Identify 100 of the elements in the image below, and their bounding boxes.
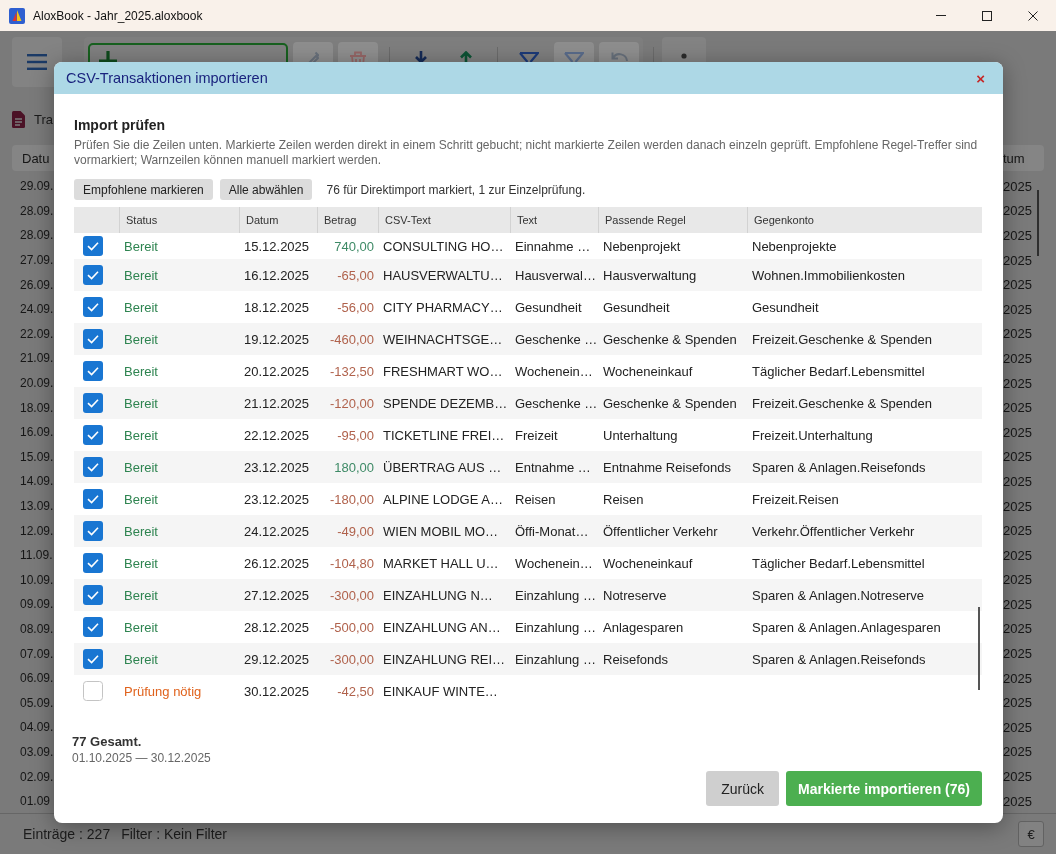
table-cell-text: 29.09. [19,178,54,196]
table-cell-text: 2025 [1003,669,1033,688]
amount-cell: -300,00 [329,587,374,603]
table-cell-text: 2025 [1003,177,1033,196]
status-text: Bereit [124,331,158,347]
window-title: AloxBook - Jahr_2025.aloxbook [33,8,204,23]
table-cell: 21.12.2025 [244,395,310,411]
table-cell: Einzahlung … [515,587,596,603]
table-cell: ALPINE LODGE A… [383,491,503,507]
table-cell-text: 2025 [1003,472,1033,491]
table-cell: WIEN MOBIL MO… [383,523,499,539]
table-cell: WEIHNACHTSGE… [383,331,503,347]
status-text: Bereit [124,238,158,254]
table-cell: 20.12.2025 [244,363,310,379]
table-cell: CONSULTING HO… [383,238,504,254]
table-cell-text: 2025 [1003,694,1033,713]
table-cell: Wocheneinkauf [603,363,693,379]
table-cell: SPENDE DEZEMB… [383,395,508,411]
table-cell: Öffentlicher Verkehr [603,523,718,539]
table-cell: Hausverwal… [515,267,596,283]
amount-cell: -42,50 [337,683,374,699]
status-text: Bereit [124,651,158,667]
status-text: Bereit [124,587,158,603]
table-cell: Verkehr.Öffentlicher Verkehr [752,523,915,539]
table-cell: 27.12.2025 [244,587,310,603]
status-text: Bereit [124,523,158,539]
table-cell-text: 2025 [1003,768,1033,787]
table-cell: Geschenke … [515,331,598,347]
table-cell: Reisen [603,491,644,507]
table-cell: Unterhaltung [603,427,678,443]
table-cell: Wocheneinkauf [603,555,693,571]
table-cell: EINZAHLUNG AN… [383,619,501,635]
table-cell-text: 2025 [1003,349,1033,368]
table-cell: Sparen & Anlagen.Reisefonds [752,651,926,667]
status-text: Bereit [124,299,158,315]
table-cell: CITY PHARMACY… [383,299,503,315]
table-cell-text: 2025 [1003,325,1033,344]
table-cell-text: 2025 [1003,276,1033,295]
table-cell: Freizeit [515,427,558,443]
table-cell: Freizeit.Unterhaltung [752,427,873,443]
table-cell: HAUSVERWALTU… [383,267,503,283]
table-cell: Freizeit.Geschenke & Spenden [752,395,932,411]
table-cell-text: 2025 [1003,497,1033,516]
table-cell: Öffi-Monat… [515,523,589,539]
table-cell-text: 28.09. [19,227,54,245]
table-cell: Freizeit.Geschenke & Spenden [752,331,932,347]
total-count: 77 Gesamt. [72,734,143,750]
table-cell-text: 2025 [1003,595,1033,614]
status-text: Bereit [124,619,158,635]
amount-cell: 180,00 [334,459,374,475]
table-cell: EINKAUF WINTE… [383,683,498,699]
table-cell-text: 08.09. [19,621,54,638]
status-text: Bereit [124,459,158,475]
table-cell: Sparen & Anlagen.Notreserve [752,587,924,603]
table-cell: Wochenein… [515,363,593,379]
date-range: 01.10.2025 — 30.12.2025 [72,751,212,766]
amount-cell: -49,00 [337,523,374,539]
table-cell-text: 2025 [1003,620,1033,639]
table-cell: 24.12.2025 [244,523,310,539]
table-cell: 23.12.2025 [244,459,310,475]
table-cell-text: 18.09. [19,399,54,417]
table-cell-text: 15.09. [19,448,54,466]
table-cell-text: 2025 [1003,202,1033,221]
table-cell-text: 2025 [1003,571,1033,590]
table-cell-text: 2025 [1003,227,1033,245]
table-cell-text: 20.09. [19,375,54,393]
table-cell-text: 2025 [1003,423,1033,442]
table-cell-text: 06.09. [19,670,54,688]
table-cell-text: 14.09. [19,473,54,491]
amount-cell: -95,00 [337,427,374,443]
table-cell: ÜBERTRAG AUS … [383,459,502,475]
table-cell: Hausverwaltung [603,267,697,283]
status-text: Bereit [124,363,158,379]
table-cell-text: 11.09. [19,547,54,565]
table-cell-text: 22.09. [19,325,54,343]
table-cell: Täglicher Bedarf.Lebensmittel [752,555,925,571]
table-cell: EINZAHLUNG N… [383,587,493,603]
table-cell: Nebenprojekt [603,238,681,254]
selection-summary: 76 für Direktimport markiert, 1 zur Einzelprüfung. [326,182,586,197]
table-cell: Wochenein… [515,555,593,571]
table-cell-text: 09.09. [19,596,54,614]
table-cell: Geschenke & Spenden [603,395,737,411]
dialog-title: CSV-Transaktionen importieren [66,70,269,86]
amount-cell: -120,00 [329,395,374,411]
table-cell-text: 2025 [1003,546,1033,565]
table-cell-text: 2025 [1003,792,1033,811]
table-cell-text: 03.09. [19,743,54,761]
table-cell-text: 04.09. [19,719,54,737]
table-cell-text: 2025 [1003,374,1033,393]
table-cell: Täglicher Bedarf.Lebensmittel [752,363,925,379]
filter-status: Filter : Kein Filter [121,826,227,843]
table-cell-text: 21.09. [19,350,54,368]
table-cell: Nebenprojekte [752,238,837,254]
table-cell-text: 02.09. [19,768,54,786]
amount-cell: -104,80 [329,555,374,571]
table-cell-text: 24.09. [19,301,54,319]
table-cell: Wohnen.Immobilienkosten [752,267,905,283]
table-cell-text: 27.09. [19,252,54,270]
amount-cell: -132,50 [329,363,374,379]
table-cell: TICKETLINE FREI… [383,427,505,443]
